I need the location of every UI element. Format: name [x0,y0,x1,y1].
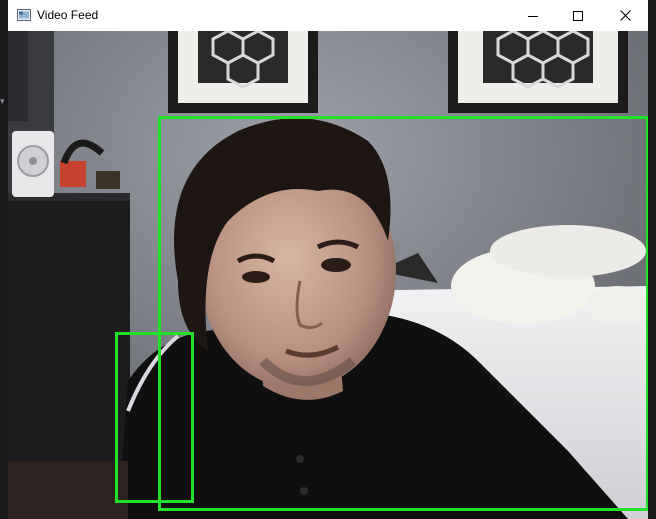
close-icon [619,10,631,21]
maximize-button[interactable] [555,0,601,31]
wall-art-right [448,31,628,113]
maximize-icon [573,10,583,21]
title-bar[interactable]: Video Feed [8,0,648,32]
minimize-button[interactable] [510,0,556,31]
video-frame [8,31,648,519]
shoulder-detection-box [115,332,194,503]
background-glyph: ▾ [0,96,5,106]
desk-fan [12,131,54,197]
face-detection-box [158,116,648,511]
close-button[interactable] [602,0,648,31]
video-feed-window[interactable]: Video Feed [8,0,648,519]
app-window-icon [17,9,31,21]
wall-art-left [168,31,318,113]
window-title: Video Feed [37,8,99,22]
minimize-icon [528,15,538,17]
